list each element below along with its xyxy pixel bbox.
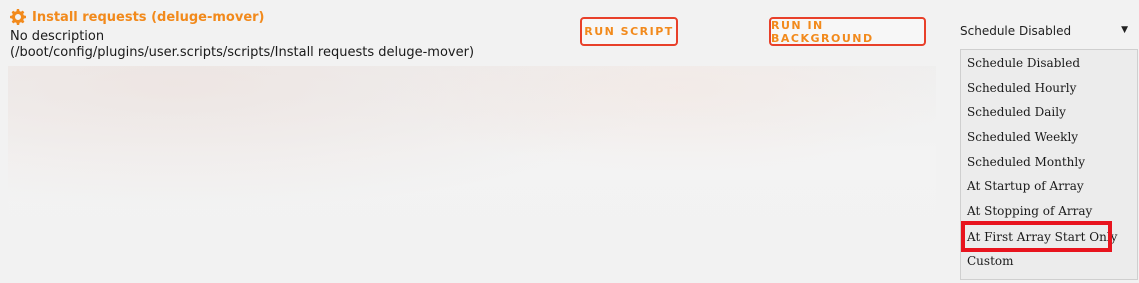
highlight-box <box>961 221 1112 252</box>
script-description: No description <box>10 29 105 44</box>
run-in-background-button[interactable]: RUN IN BACKGROUND <box>769 17 926 46</box>
run-script-button[interactable]: RUN SCRIPT <box>580 17 678 46</box>
schedule-select[interactable]: Schedule Disabled ▼ <box>960 24 1130 42</box>
script-title[interactable]: Install requests (deluge-mover) <box>32 10 265 25</box>
schedule-option[interactable]: Scheduled Monthly <box>967 155 1085 169</box>
schedule-option[interactable]: Scheduled Daily <box>967 105 1066 119</box>
script-output-area <box>8 66 936 283</box>
schedule-option[interactable]: Schedule Disabled <box>967 56 1080 70</box>
gear-icon[interactable] <box>10 9 26 25</box>
script-path: (/boot/config/plugins/user.scripts/scrip… <box>10 45 475 60</box>
schedule-option[interactable]: At Startup of Array <box>967 179 1084 193</box>
schedule-option[interactable]: At Stopping of Array <box>967 204 1092 218</box>
schedule-option[interactable]: Custom <box>967 254 1014 268</box>
script-header: Install requests (deluge-mover) <box>10 9 265 25</box>
schedule-option[interactable]: Scheduled Hourly <box>967 81 1076 95</box>
dropdown-arrow-icon: ▼ <box>1121 25 1128 35</box>
schedule-option[interactable]: Scheduled Weekly <box>967 130 1078 144</box>
schedule-selected-value: Schedule Disabled <box>960 24 1072 38</box>
